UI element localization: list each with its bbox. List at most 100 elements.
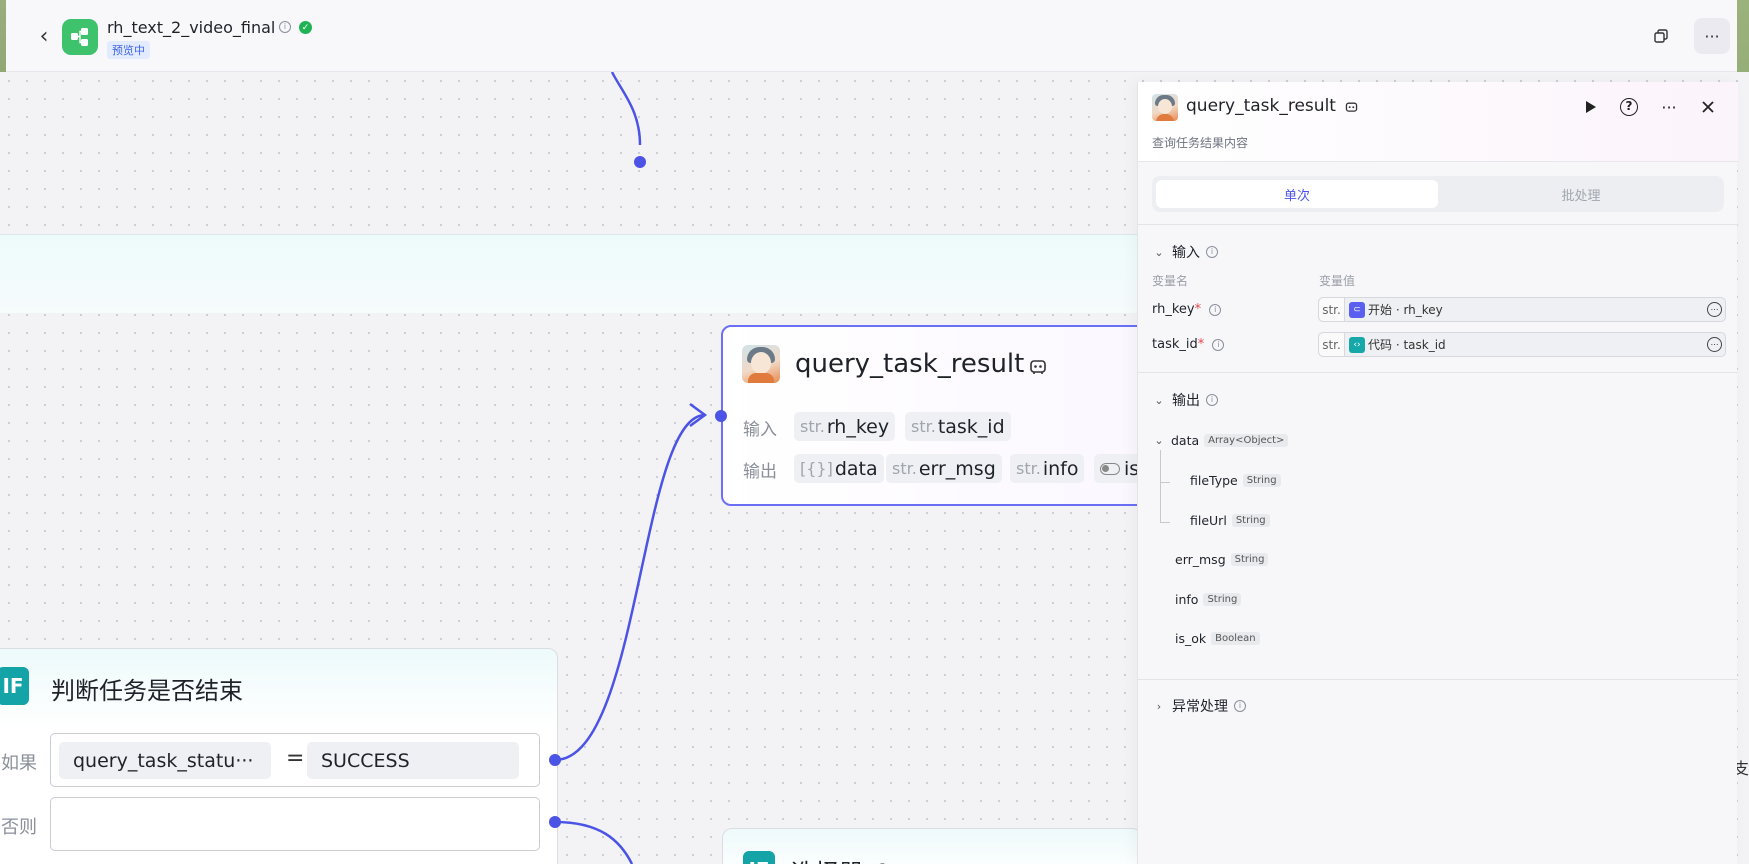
code-node-icon: ‹›: [1349, 336, 1365, 353]
column-var-name: 变量名: [1152, 274, 1189, 288]
panel-title: query_task_result: [1186, 96, 1336, 116]
output-section-header[interactable]: ⌄ 输出 i: [1152, 390, 1218, 410]
help-button[interactable]: ?: [1616, 94, 1642, 120]
close-icon: [1702, 101, 1714, 113]
input-value-task-id[interactable]: str. ‹› 代码 · task_id ⋯: [1318, 332, 1726, 357]
output-row-label: 输出: [743, 462, 777, 482]
output-item-info: info String: [1175, 592, 1242, 607]
tab-batch[interactable]: 批处理: [1442, 180, 1720, 208]
node-title: query_task_result: [795, 349, 1025, 379]
info-icon[interactable]: i: [1212, 338, 1225, 351]
tree-line: [1160, 522, 1170, 523]
condition-left-operand[interactable]: query_task_statu···: [59, 742, 271, 779]
if-node-task-finished[interactable]: IF 判断任务是否结束 如果 query_task_statu··· = SUC…: [0, 648, 558, 864]
plugin-avatar-icon: [742, 345, 780, 383]
if-node-title: 判断任务是否结束: [51, 677, 243, 705]
type-tag: String: [1242, 474, 1281, 487]
type-tag: Array<Object>: [1204, 434, 1289, 447]
input-chip-task-id: str. task_id: [905, 412, 1011, 441]
selector-node-title: 选择器_1: [791, 853, 890, 864]
else-output-port[interactable]: [549, 816, 561, 828]
chevron-down-icon: ⌄: [1154, 245, 1164, 259]
if-label: 如果: [1, 753, 37, 774]
condition-right-operand[interactable]: SUCCESS: [307, 742, 519, 779]
type-label: str.: [1319, 333, 1345, 356]
output-chip-err-msg: str. err_msg: [886, 454, 1002, 483]
copy-button[interactable]: [1649, 24, 1673, 48]
condition-box[interactable]: query_task_statu··· = SUCCESS: [50, 733, 540, 787]
output-item-err-msg: err_msg String: [1175, 552, 1269, 567]
info-icon[interactable]: i: [1209, 303, 1222, 316]
start-node-icon: ⊂: [1349, 301, 1365, 318]
chevron-down-icon: ⌄: [1154, 393, 1164, 407]
variable-picker-icon[interactable]: ⋯: [1707, 337, 1722, 352]
input-value-rh-key[interactable]: str. ⊂ 开始 · rh_key ⋯: [1318, 297, 1726, 322]
input-row-label: 输入: [743, 420, 777, 440]
status-badge: 预览中: [107, 41, 150, 59]
api-icon: [1030, 360, 1046, 374]
close-button[interactable]: [1695, 94, 1721, 120]
chevron-right-icon: ›: [1156, 699, 1162, 713]
output-item-filetype: fileType String: [1190, 473, 1281, 488]
mode-tabs: 单次 批处理: [1152, 176, 1724, 212]
panel-plugin-avatar-icon: [1152, 94, 1178, 121]
variable-picker-icon[interactable]: ⋯: [1707, 302, 1722, 317]
tab-single[interactable]: 单次: [1156, 180, 1438, 208]
else-label: 否则: [1, 817, 37, 838]
tree-line: [1160, 482, 1170, 483]
divider: [1138, 372, 1738, 373]
error-section-header[interactable]: › 异常处理 i: [1152, 696, 1246, 716]
condition-operator[interactable]: =: [286, 746, 304, 771]
divider: [1138, 679, 1738, 680]
canvas-group-band: [0, 234, 1140, 313]
output-chip-data: [{}] data: [794, 454, 884, 483]
input-var-rh-key: rh_key* i: [1152, 302, 1222, 317]
run-button[interactable]: [1578, 94, 1604, 120]
more-icon: ···: [1704, 26, 1720, 46]
query-task-result-node[interactable]: query_task_result 输入 str. rh_key str. task…: [721, 325, 1151, 506]
if-output-port[interactable]: [549, 754, 561, 766]
tree-line: [1160, 450, 1161, 522]
if-icon: IF: [0, 667, 29, 705]
type-tag: Boolean: [1211, 632, 1260, 645]
app-title: rh_text_2_video_final: [107, 18, 276, 37]
input-chip-rh-key: str. rh_key: [794, 412, 896, 441]
selector-node[interactable]: IF 选择器_1: [722, 828, 1142, 864]
info-icon[interactable]: i: [1206, 394, 1218, 406]
info-icon[interactable]: i: [279, 21, 291, 33]
input-section-header[interactable]: ⌄ 输入 i: [1152, 242, 1218, 262]
type-tag: String: [1230, 553, 1269, 566]
api-icon: [1345, 102, 1358, 112]
input-var-task-id: task_id* i: [1152, 337, 1225, 352]
else-box[interactable]: [50, 797, 540, 851]
play-icon: [1586, 101, 1596, 113]
selector-if-icon: IF: [743, 851, 775, 864]
chevron-left-icon: ‹: [39, 23, 49, 49]
type-tag: String: [1203, 593, 1242, 606]
panel-header: query_task_result 查询任务结果内容 ? ···: [1138, 82, 1738, 162]
column-var-value: 变量值: [1319, 274, 1356, 288]
help-icon: ?: [1620, 98, 1638, 116]
top-header: ‹ rh_text_2_video_final i ✓ 预览中 ···: [6, 0, 1737, 72]
type-tag: String: [1231, 514, 1270, 527]
copy-icon: [1654, 29, 1668, 43]
output-chip-info: str. info: [1010, 454, 1085, 483]
output-item-data[interactable]: ⌄ data Array<Object>: [1152, 433, 1289, 448]
type-label: str.: [1319, 298, 1345, 321]
check-circle-icon: ✓: [299, 21, 312, 34]
info-icon[interactable]: i: [1206, 246, 1218, 258]
back-button[interactable]: ‹: [32, 23, 56, 49]
workflow-logo-icon: [62, 19, 98, 55]
info-icon[interactable]: i: [1234, 700, 1246, 712]
divider: [1138, 224, 1738, 225]
more-icon: ···: [1661, 97, 1677, 117]
panel-description: 查询任务结果内容: [1152, 136, 1249, 150]
more-button[interactable]: ···: [1694, 18, 1730, 54]
query-node-input-port[interactable]: [715, 410, 727, 422]
output-item-fileurl: fileUrl String: [1190, 513, 1270, 528]
node-detail-panel: query_task_result 查询任务结果内容 ? ··· 单次 批处理 …: [1137, 82, 1738, 864]
output-item-is-ok: is_ok Boolean: [1175, 631, 1260, 646]
chevron-down-icon[interactable]: ⌄: [1152, 434, 1166, 447]
toggle-icon: [1100, 462, 1120, 475]
panel-more-button[interactable]: ···: [1656, 94, 1682, 120]
